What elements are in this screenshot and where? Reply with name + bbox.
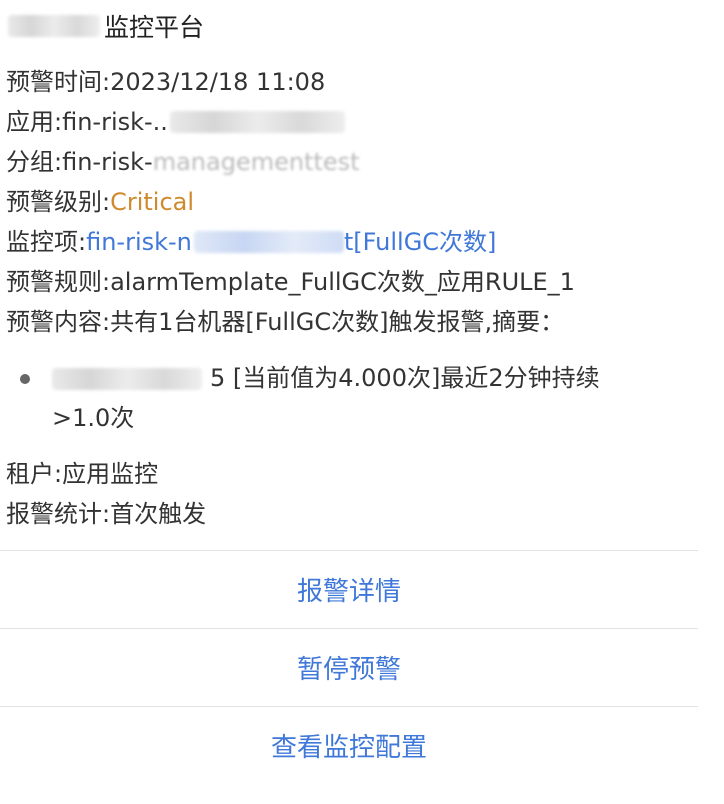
monitor-item-label: 监控项: xyxy=(6,228,87,256)
level-value: Critical xyxy=(110,188,195,216)
monitor-item-link-prefix[interactable]: fin-risk-n xyxy=(86,222,192,262)
rule-value: alarmTemplate_FullGC次数_应用RULE_1 xyxy=(110,268,575,296)
alert-meta: 租户: 应用监控 报警统计: 首次触发 xyxy=(6,454,696,534)
tenant-row: 租户: 应用监控 xyxy=(6,454,696,494)
content-value: 共有1台机器[FullGC次数]触发报警,摘要： xyxy=(110,308,565,336)
monitor-item-row: 监控项: fin-risk-n t[FullGC次数] xyxy=(6,222,696,262)
app-row: 应用: fin-risk-.. xyxy=(6,102,696,142)
redacted-host xyxy=(52,368,202,390)
redacted-app-name xyxy=(169,111,345,133)
summary-line-2: >1.0次 xyxy=(52,404,135,432)
tenant-label: 租户: xyxy=(6,460,63,488)
app-value: fin-risk-.. xyxy=(62,108,168,136)
app-label: 应用: xyxy=(6,108,63,136)
bullet-icon xyxy=(20,374,30,384)
group-row: 分组: fin-risk- managementtest xyxy=(6,142,696,182)
group-value-tail: managementtest xyxy=(152,148,360,176)
page-title: 监控平台 xyxy=(104,13,205,42)
summary-list-item: 5 [当前值为4.000次]最近2分钟持续 >1.0次 xyxy=(20,358,680,438)
header: 监控平台 xyxy=(0,6,204,46)
redacted-monitor-item xyxy=(193,231,344,253)
content-label: 预警内容: xyxy=(6,308,111,336)
content-row: 预警内容: 共有1台机器[FullGC次数]触发报警,摘要： xyxy=(6,302,696,342)
alert-time-value: 2023/12/18 11:08 xyxy=(110,68,326,96)
alert-detail-button[interactable]: 报警详情 xyxy=(0,550,698,627)
stats-label: 报警统计: xyxy=(6,500,111,528)
redacted-brand xyxy=(8,15,100,37)
view-monitor-config-button[interactable]: 查看监控配置 xyxy=(0,706,698,783)
rule-label: 预警规则: xyxy=(6,268,111,296)
alert-details: 预警时间: 2023/12/18 11:08 应用: fin-risk-.. 分… xyxy=(6,62,696,342)
tenant-value: 应用监控 xyxy=(62,460,159,488)
level-row: 预警级别: Critical xyxy=(6,182,696,222)
group-label: 分组: xyxy=(6,148,63,176)
alert-time-row: 预警时间: 2023/12/18 11:08 xyxy=(6,62,696,102)
alert-card: 监控平台 预警时间: 2023/12/18 11:08 应用: fin-risk… xyxy=(0,0,724,804)
rule-row: 预警规则: alarmTemplate_FullGC次数_应用RULE_1 xyxy=(6,262,696,302)
monitor-item-link-suffix[interactable]: t[FullGC次数] xyxy=(344,222,497,262)
alert-time-label: 预警时间: xyxy=(6,68,111,96)
summary-text: 5 [当前值为4.000次]最近2分钟持续 >1.0次 xyxy=(52,358,680,438)
pause-alert-button[interactable]: 暂停预警 xyxy=(0,628,698,705)
stats-row: 报警统计: 首次触发 xyxy=(6,494,696,534)
group-value: fin-risk- xyxy=(62,148,153,176)
stats-value: 首次触发 xyxy=(110,500,207,528)
summary-line-1: 5 [当前值为4.000次]最近2分钟持续 xyxy=(210,364,600,392)
level-label: 预警级别: xyxy=(6,188,111,216)
